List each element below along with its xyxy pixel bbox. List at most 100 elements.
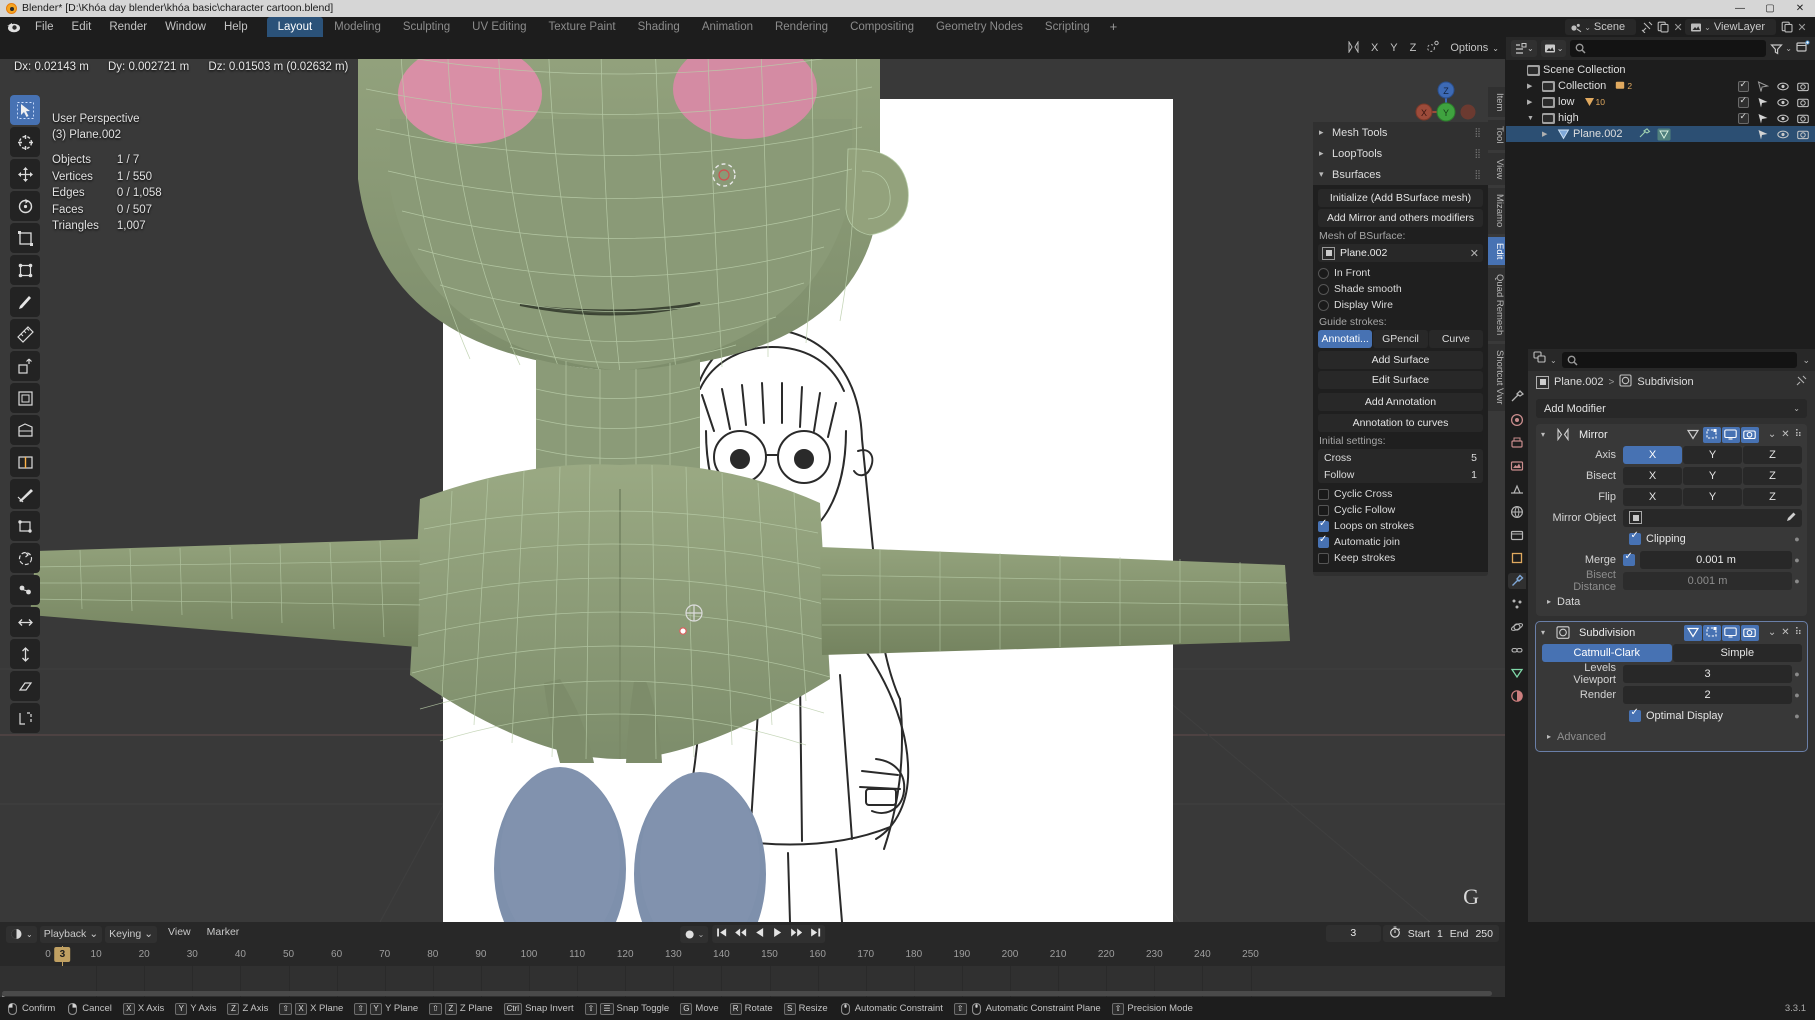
workspace-tab-rendering[interactable]: Rendering: [764, 17, 839, 37]
sidebar-tab-mizamo[interactable]: Mizamo: [1488, 188, 1505, 234]
eye-icon[interactable]: [1777, 81, 1789, 92]
mirror-z-toggle[interactable]: Z: [1404, 42, 1423, 54]
camera-icon[interactable]: [1797, 81, 1809, 92]
outliner-display-mode[interactable]: ⌄: [1511, 40, 1537, 57]
modifier-extras-menu[interactable]: ⌄: [1768, 429, 1776, 440]
merge-enable-checkbox[interactable]: [1623, 551, 1640, 566]
material-tab[interactable]: [1508, 688, 1526, 704]
proportional-editing-icon[interactable]: [1422, 40, 1444, 56]
axis-z[interactable]: Z: [1743, 445, 1802, 464]
mirror-y-toggle[interactable]: Y: [1384, 42, 1403, 54]
edit-mode-display-toggle[interactable]: [1683, 624, 1702, 641]
outliner-row[interactable]: ▶ Collection 2: [1506, 78, 1815, 94]
add-mirror-modifiers-button[interactable]: Add Mirror and others modifiers: [1318, 209, 1483, 227]
workspace-tab-modeling[interactable]: Modeling: [323, 17, 392, 37]
animate-property-dot[interactable]: ●: [1792, 534, 1802, 544]
workspace-tab-sculpting[interactable]: Sculpting: [392, 17, 461, 37]
mirror-icon[interactable]: [1343, 39, 1365, 56]
start-frame-value[interactable]: 1: [1437, 928, 1443, 940]
clear-mesh-button[interactable]: ✕: [1466, 247, 1479, 260]
levels-viewport-field[interactable]: 3: [1623, 664, 1792, 683]
modifier-tab[interactable]: [1508, 573, 1526, 589]
maximize-button[interactable]: ▢: [1755, 0, 1785, 17]
outliner-filter-display[interactable]: ⌄: [1540, 40, 1567, 57]
timeline-editor-icon[interactable]: ⌄: [6, 925, 37, 943]
outliner-row[interactable]: Scene Collection: [1506, 62, 1815, 78]
scene-selector[interactable]: ⌄ Scene: [1565, 19, 1637, 35]
chevron-down-icon[interactable]: ▾: [1541, 430, 1550, 439]
properties-editor-type-icon[interactable]: [1533, 351, 1547, 369]
sidebar-tab-item[interactable]: Item: [1488, 87, 1505, 118]
menu-file[interactable]: File: [26, 17, 63, 37]
viewport-scene[interactable]: [0, 37, 1505, 922]
subdivision-type-simple[interactable]: Simple: [1672, 643, 1802, 662]
jump-to-end-icon[interactable]: [810, 927, 821, 941]
sidebar-tab-view[interactable]: View: [1488, 152, 1505, 186]
axis-y[interactable]: Y: [1683, 445, 1742, 464]
workspace-tab-layout[interactable]: Layout: [266, 17, 324, 37]
view-layer-tab[interactable]: [1508, 458, 1526, 474]
add-annotation-button[interactable]: Add Annotation: [1318, 393, 1483, 411]
transform-tool[interactable]: [10, 255, 40, 285]
timeline-menu-view[interactable]: View: [160, 926, 199, 943]
rip-region-tool[interactable]: [10, 703, 40, 733]
bsurface-option-display-wire[interactable]: Display Wire: [1318, 297, 1483, 313]
workspace-tab-compositing[interactable]: Compositing: [839, 17, 925, 37]
jump-to-start-icon[interactable]: [716, 927, 727, 941]
camera-icon[interactable]: [1797, 129, 1809, 140]
duplicate-scene-icon[interactable]: [1655, 20, 1671, 34]
menu-render[interactable]: Render: [100, 17, 156, 37]
knife-tool[interactable]: [10, 479, 40, 509]
remove-modifier-button[interactable]: ✕: [1781, 429, 1789, 440]
camera-icon[interactable]: [1797, 97, 1809, 108]
constraints-tab[interactable]: [1508, 642, 1526, 658]
loop-cut-tool[interactable]: [10, 447, 40, 477]
chevron-down-icon[interactable]: ▾: [1541, 628, 1550, 637]
play-reverse-icon[interactable]: [754, 927, 765, 941]
duplicate-viewlayer-icon[interactable]: [1779, 20, 1795, 34]
scene-tab[interactable]: [1508, 481, 1526, 497]
new-collection-icon[interactable]: [1796, 40, 1810, 58]
remove-modifier-button[interactable]: ✕: [1781, 627, 1789, 638]
follow-field[interactable]: Follow 1: [1318, 466, 1483, 483]
viewlayer-selector[interactable]: ⌄ ViewLayer: [1685, 19, 1776, 35]
workspace-tab-uv-editing[interactable]: UV Editing: [461, 17, 537, 37]
animate-property-dot[interactable]: ●: [1792, 690, 1802, 700]
disclosure-closed-icon[interactable]: ▶: [1542, 130, 1555, 138]
edit-mode-display-toggle[interactable]: [1684, 427, 1702, 443]
sidebar-tab-quad-remesh[interactable]: Quad Remesh: [1488, 267, 1505, 342]
bsurface-check-keep-strokes[interactable]: Keep strokes: [1318, 550, 1483, 566]
bsurface-check-cyclic-cross[interactable]: Cyclic Cross: [1318, 486, 1483, 502]
bsurface-check-cyclic-follow[interactable]: Cyclic Follow: [1318, 502, 1483, 518]
play-icon[interactable]: [772, 927, 783, 941]
pin-icon[interactable]: [1795, 375, 1807, 390]
eye-icon[interactable]: [1777, 113, 1789, 124]
close-button[interactable]: ✕: [1785, 0, 1815, 17]
merge-distance-field[interactable]: 0.001 m: [1640, 550, 1792, 569]
minimize-button[interactable]: —: [1725, 0, 1755, 17]
initialize-bsurface-button[interactable]: Initialize (Add BSurface mesh): [1318, 189, 1483, 207]
bsurface-check-loops-on-strokes[interactable]: Loops on strokes: [1318, 518, 1483, 534]
menu-edit[interactable]: Edit: [63, 17, 101, 37]
bsurface-option-shade-smooth[interactable]: Shade smooth: [1318, 281, 1483, 297]
end-frame-value[interactable]: 250: [1475, 928, 1493, 940]
bisect-y[interactable]: Y: [1683, 466, 1742, 485]
exclude-checkbox[interactable]: [1737, 111, 1749, 124]
animate-property-dot[interactable]: ●: [1792, 711, 1802, 721]
sidebar-tab-shortcut-vwr[interactable]: Shortcut Vwr: [1488, 344, 1505, 411]
poly-build-tool[interactable]: [10, 511, 40, 541]
breadcrumb-object[interactable]: Plane.002: [1554, 376, 1604, 388]
modifier-drag-handle[interactable]: ⠷: [1795, 429, 1802, 440]
axis-x[interactable]: X: [1623, 445, 1682, 464]
modifier-name[interactable]: Mirror: [1575, 429, 1679, 441]
flip-z[interactable]: Z: [1743, 487, 1802, 506]
bsurface-mesh-field[interactable]: Plane.002 ✕: [1318, 244, 1483, 262]
workspace-tab-geometry-nodes[interactable]: Geometry Nodes: [925, 17, 1034, 37]
sidebar-tab-edit[interactable]: Edit: [1488, 236, 1505, 265]
flip-x[interactable]: X: [1623, 487, 1682, 506]
camera-icon[interactable]: [1797, 113, 1809, 124]
auto-keying-toggle[interactable]: ⌄: [679, 925, 709, 943]
bsurface-check-automatic-join[interactable]: Automatic join: [1318, 534, 1483, 550]
timeline-ruler[interactable]: 0 10 20 30 40 50 60 70 80 90 100 110 120 130 140 150 160…: [0, 946, 1505, 997]
exclude-checkbox[interactable]: [1737, 95, 1749, 108]
